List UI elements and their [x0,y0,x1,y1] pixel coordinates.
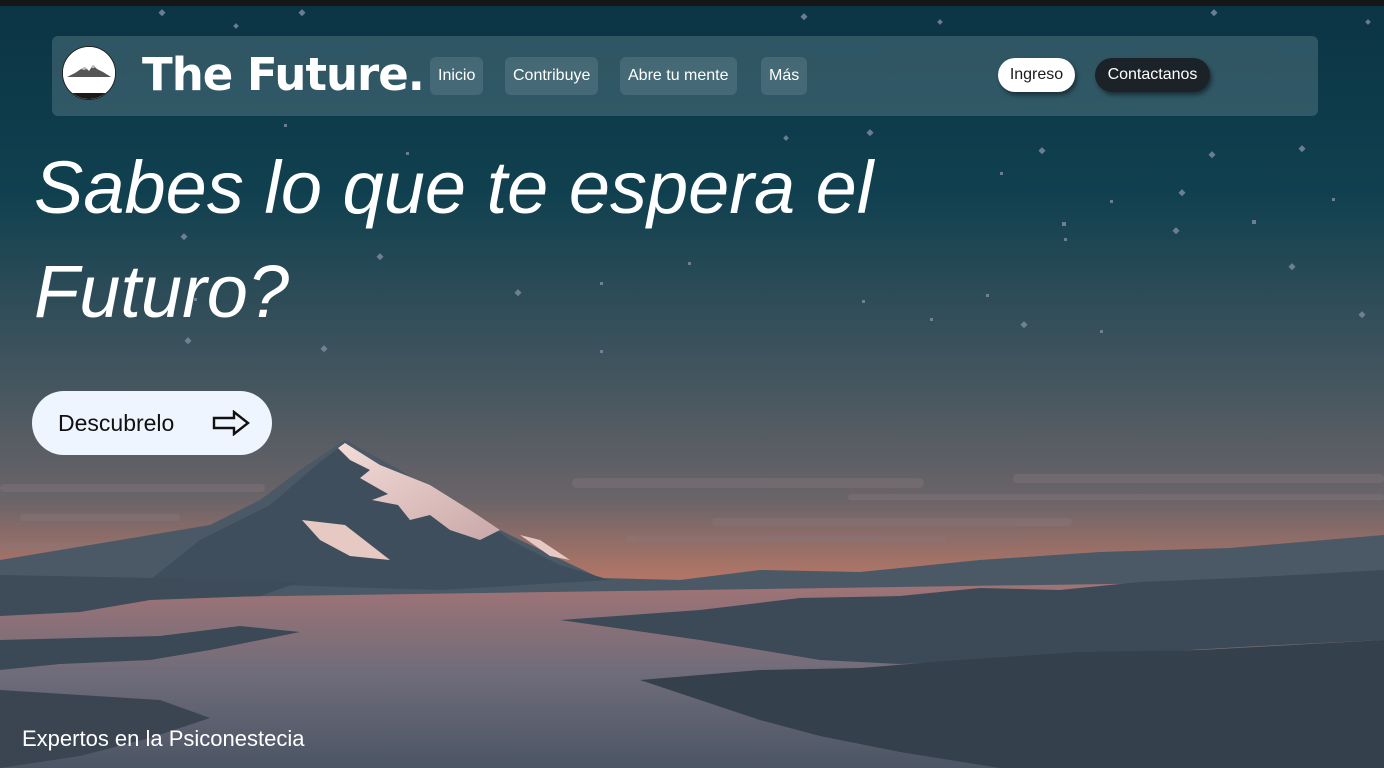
contact-button[interactable]: Contactanos [1095,58,1210,92]
brand-name[interactable]: The Future. [142,48,425,101]
page: The Future. Inicio Contribuye Abre tu me… [0,0,1384,768]
discover-button[interactable]: Descubrelo [32,391,272,455]
discover-button-label: Descubrelo [58,410,175,436]
hero-headline: Sabes lo que te espera el Futuro? [34,146,874,333]
footer-tagline: Expertos en la Psiconestecia [22,726,305,751]
login-button[interactable]: Ingreso [998,58,1075,92]
arrow-right-icon [212,409,250,441]
mountain-logo-icon[interactable] [62,46,116,100]
window-top-bar [0,0,1384,6]
nav-item-abre-tu-mente[interactable]: Abre tu mente [620,57,737,95]
nav-item-mas[interactable]: Más [761,57,808,95]
nav-item-inicio[interactable]: Inicio [430,57,484,95]
navbar: The Future. Inicio Contribuye Abre tu me… [52,36,1318,116]
nav-item-contribuye[interactable]: Contribuye [505,57,599,95]
